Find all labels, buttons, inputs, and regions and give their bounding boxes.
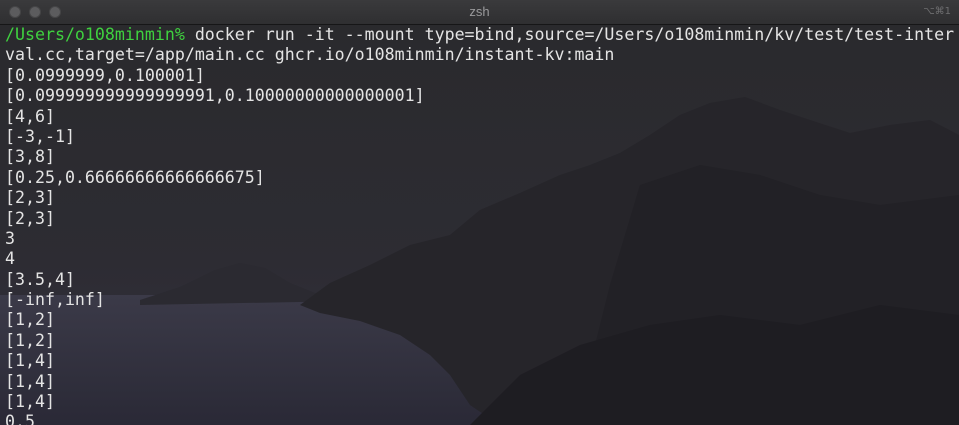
output-line: [0.0999999,0.100001]	[5, 65, 205, 85]
shell-prompt: /Users/o108minmin%	[5, 25, 185, 44]
terminal-window: zsh ⌥⌘1 /Users/o108minmin% docker run -i…	[0, 0, 959, 425]
output-line: [1,4]	[5, 351, 55, 371]
output-line: [2,3]	[5, 208, 55, 228]
output-line: [1,2]	[5, 330, 55, 350]
output-line: [1,2]	[5, 310, 55, 330]
title-bar[interactable]: zsh ⌥⌘1	[0, 0, 959, 25]
output-line: [-inf,inf]	[5, 290, 105, 310]
output-line: [0.099999999999999991,0.1000000000000000…	[5, 86, 425, 106]
window-title: zsh	[469, 4, 490, 19]
command-text: docker run -it --mount type=bind,source=…	[184, 25, 955, 44]
command-line-2: val.cc,target=/app/main.cc ghcr.io/o108m…	[5, 45, 615, 65]
output-line: [0.25,0.66666666666666675]	[5, 167, 265, 187]
output-line: 3	[5, 228, 15, 248]
output-line: [1,4]	[5, 392, 55, 412]
window-shortcut-label: ⌥⌘1	[923, 6, 951, 17]
output-line: [1,4]	[5, 371, 55, 391]
command-line-1: /Users/o108minmin% docker run -it --moun…	[5, 25, 959, 45]
output-line: [-3,-1]	[5, 126, 75, 146]
output-line: [2,3]	[5, 188, 55, 208]
output-line: [3.5,4]	[5, 269, 75, 289]
output-line: 4	[5, 249, 15, 269]
output-line: 0.5	[5, 412, 35, 425]
terminal-content[interactable]: /Users/o108minmin% docker run -it --moun…	[0, 25, 959, 425]
output-line: [4,6]	[5, 106, 55, 126]
output-line: [3,8]	[5, 147, 55, 167]
